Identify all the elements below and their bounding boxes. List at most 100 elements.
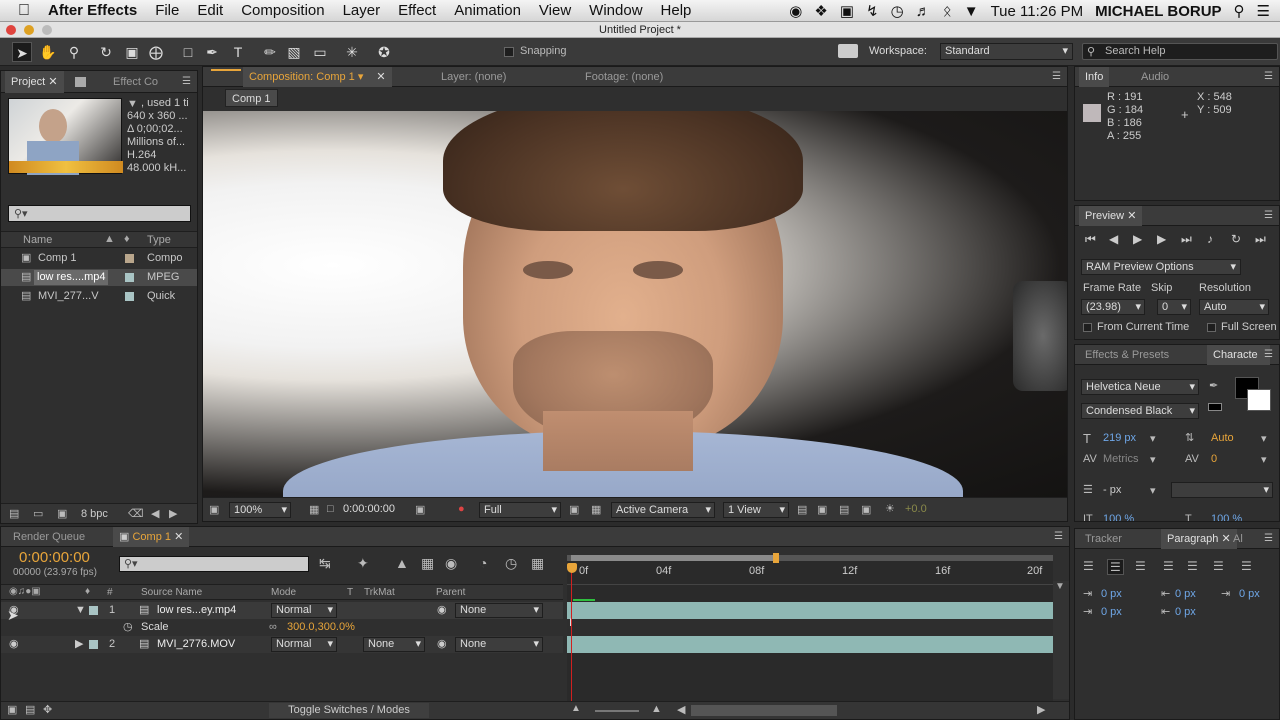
panel-menu-icon[interactable]: ☰ xyxy=(1052,71,1061,82)
draft-3d-icon[interactable]: ▲ xyxy=(395,555,409,571)
loop-icon[interactable]: ↻ xyxy=(1231,232,1241,246)
rectangle-tool-icon[interactable]: □ xyxy=(178,42,198,62)
volume-icon[interactable]: ♬ xyxy=(916,3,931,20)
camera-view-dropdown[interactable]: Active Camera ▾ xyxy=(611,502,715,518)
mute-icon[interactable]: ♪ xyxy=(1207,232,1213,246)
menu-view[interactable]: View xyxy=(530,2,580,19)
resolution-dropdown[interactable]: Auto ▾ xyxy=(1199,299,1269,315)
comp-mini-flowchart-icon[interactable]: ↹ xyxy=(319,555,331,572)
clone-stamp-tool-icon[interactable]: ▧ xyxy=(284,42,304,62)
font-size-value[interactable]: 219 px xyxy=(1103,432,1136,444)
rotate-tool-icon[interactable]: ↻ xyxy=(96,42,116,62)
menu-animation[interactable]: Animation xyxy=(445,2,530,19)
selection-tool-icon[interactable]: ➤ xyxy=(12,42,32,62)
play-icon[interactable]: ▶ xyxy=(1133,232,1142,246)
tab-composition[interactable]: Composition: Comp 1 ▾ ✕ xyxy=(243,67,392,87)
menu-composition[interactable]: Composition xyxy=(232,2,333,19)
scroll-left-icon[interactable]: ◀ xyxy=(677,703,685,716)
column-t-header[interactable]: T xyxy=(347,587,353,598)
first-frame-icon[interactable]: ⏮ xyxy=(1085,232,1096,247)
layer-name[interactable]: low res...ey.mp4 xyxy=(157,602,236,619)
notification-center-icon[interactable]: ☰ xyxy=(1257,2,1270,20)
panel-menu-icon[interactable]: ☰ xyxy=(1054,531,1063,542)
work-area-range[interactable] xyxy=(571,555,777,561)
pan-behind-tool-icon[interactable]: ⨁ xyxy=(146,42,166,62)
panel-menu-icon[interactable]: ☰ xyxy=(182,76,191,87)
playhead-handle[interactable] xyxy=(567,563,577,573)
always-preview-icon[interactable]: ▣ xyxy=(209,503,219,516)
transfer-controls-pane-icon[interactable]: ▤ xyxy=(25,703,35,716)
tab-effects-presets[interactable]: Effects & Presets xyxy=(1079,345,1175,365)
lock-icon[interactable] xyxy=(75,77,86,87)
indent-right-value[interactable]: 0 px xyxy=(1239,588,1260,600)
mic-icon[interactable]: ↯ xyxy=(866,2,879,20)
roto-brush-tool-icon[interactable]: ✳ xyxy=(342,42,362,62)
layer-2-duration-bar[interactable] xyxy=(567,636,1053,653)
pick-whip-icon[interactable]: ◉ xyxy=(437,636,447,653)
menu-file[interactable]: File xyxy=(146,2,188,19)
scroll-left-icon[interactable]: ◀ xyxy=(151,507,159,520)
exposure-icon[interactable]: ☀ xyxy=(885,502,895,515)
minimize-window-icon[interactable] xyxy=(24,25,34,35)
menu-effect[interactable]: Effect xyxy=(389,2,445,19)
tab-paragraph[interactable]: Paragraph ✕ xyxy=(1161,529,1237,549)
tab-render-queue[interactable]: Render Queue xyxy=(7,527,91,547)
new-comp-icon[interactable]: ▣ xyxy=(57,507,67,520)
menu-window[interactable]: Window xyxy=(580,2,651,19)
view-layout-dropdown[interactable]: 1 View ▾ xyxy=(723,502,789,518)
close-icon[interactable]: ✕ xyxy=(1127,210,1136,222)
work-area-end-handle[interactable] xyxy=(773,553,779,563)
fast-previews-icon[interactable]: ▣ xyxy=(817,503,827,516)
transparency-grid-icon[interactable]: ▦ xyxy=(591,503,601,516)
tab-footage[interactable]: Footage: (none) xyxy=(579,67,669,87)
bit-depth-button[interactable]: 8 bpc xyxy=(81,508,108,520)
motion-blur-icon[interactable]: ◔ xyxy=(479,555,487,571)
expand-arrow-icon[interactable]: ▶ xyxy=(75,636,83,653)
tab-preview[interactable]: Preview ✕ xyxy=(1079,206,1143,226)
apple-menu-icon[interactable]:  xyxy=(0,2,39,20)
chevron-down-icon[interactable]: ▾ xyxy=(1150,484,1156,497)
eraser-tool-icon[interactable]: ▭ xyxy=(310,42,330,62)
zoom-in-icon[interactable]: ▲ xyxy=(651,703,662,715)
project-search-input[interactable]: ⚲▾ xyxy=(8,205,191,222)
justify-last-center-icon[interactable]: ☰ xyxy=(1187,559,1198,573)
exposure-value[interactable]: +0.0 xyxy=(905,503,927,515)
label-icon[interactable]: ♦ xyxy=(124,233,130,245)
column-mode-header[interactable]: Mode xyxy=(271,587,296,598)
time-ruler[interactable]: 0f 04f 08f 12f 16f 20f xyxy=(567,563,1053,585)
full-screen-checkbox[interactable] xyxy=(1207,323,1216,332)
zoom-slider[interactable] xyxy=(595,710,639,712)
tab-character[interactable]: Characte xyxy=(1207,345,1270,365)
pen-tool-icon[interactable]: ✒ xyxy=(202,42,222,62)
workspace-dropdown[interactable]: Standard ▾ xyxy=(940,43,1073,60)
justify-last-right-icon[interactable]: ☰ xyxy=(1213,559,1224,573)
menu-layer[interactable]: Layer xyxy=(334,2,390,19)
auto-keyframe-icon[interactable]: ◷ xyxy=(505,555,517,572)
hand-tool-icon[interactable]: ✋ xyxy=(38,42,58,62)
tab-layer[interactable]: Layer: (none) xyxy=(435,67,512,87)
blend-mode-dropdown[interactable]: Normal ▾ xyxy=(271,637,337,652)
graph-editor-icon[interactable]: ▦ xyxy=(531,555,544,572)
label-column-icon[interactable]: ♦ xyxy=(85,586,90,597)
snapping-checkbox[interactable] xyxy=(504,47,514,57)
bluetooth-icon[interactable]: ᛟ xyxy=(943,3,952,20)
panel-menu-icon[interactable]: ☰ xyxy=(1264,349,1273,360)
align-center-icon[interactable]: ☰ xyxy=(1107,559,1124,575)
ram-preview-options-dropdown[interactable]: RAM Preview Options ▾ xyxy=(1081,259,1241,275)
stroke-type-dropdown[interactable]: ▾ xyxy=(1171,482,1273,498)
chevron-down-icon[interactable]: ▾ xyxy=(1150,432,1156,445)
tab-effect-controls[interactable]: Effect Co xyxy=(107,71,164,93)
blend-mode-dropdown[interactable]: Normal ▾ xyxy=(271,603,337,618)
column-name-header[interactable]: Name xyxy=(23,234,52,246)
stroke-color-swatch[interactable] xyxy=(1247,389,1271,411)
tracking-value[interactable]: 0 xyxy=(1211,453,1217,465)
horizontal-scale-value[interactable]: 100 % xyxy=(1211,513,1242,521)
camera-icon[interactable]: ▣ xyxy=(840,2,854,20)
app-menu[interactable]: After Effects xyxy=(39,2,146,19)
layer-switches-pane-icon[interactable]: ▣ xyxy=(7,703,17,716)
spotlight-icon[interactable]: ⚲ xyxy=(1234,2,1245,20)
timeline-horizontal-scrollbar[interactable] xyxy=(691,705,837,716)
close-icon[interactable]: ✕ xyxy=(48,76,57,88)
space-before-value[interactable]: 0 px xyxy=(1175,588,1196,600)
channel-icon[interactable]: ● xyxy=(458,503,465,515)
